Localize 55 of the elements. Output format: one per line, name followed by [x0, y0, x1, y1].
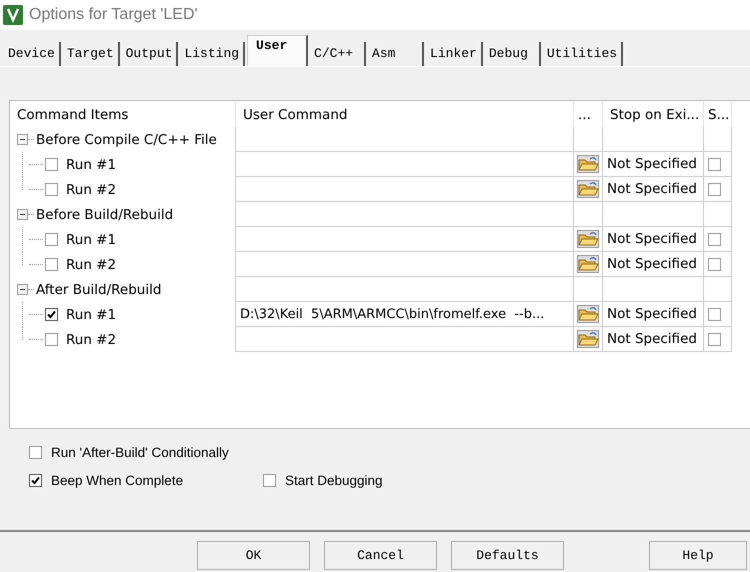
command-field[interactable] — [236, 227, 574, 252]
checkbox-label[interactable]: Run 'After-Build' Conditionally — [51, 445, 229, 460]
checkbox[interactable] — [263, 474, 276, 487]
checkbox[interactable] — [45, 233, 58, 246]
stop-on-exit-value[interactable]: Not Specified — [603, 302, 704, 327]
dialog-button[interactable]: Help — [649, 541, 747, 570]
folder-icon[interactable] — [577, 255, 599, 273]
checkbox[interactable] — [29, 474, 42, 487]
tree-item[interactable]: Run #2 — [66, 332, 116, 348]
folder-icon[interactable] — [577, 155, 599, 173]
app-icon — [3, 5, 23, 25]
checkbox-label[interactable]: Start Debugging — [285, 473, 383, 488]
checkbox[interactable] — [708, 258, 721, 270]
checkbox[interactable] — [708, 182, 721, 196]
checkbox[interactable] — [45, 158, 58, 171]
tree-item[interactable]: After Build/Rebuild — [36, 282, 162, 298]
dialog-button[interactable]: OK — [197, 541, 310, 570]
command-field[interactable] — [236, 152, 574, 177]
folder-icon[interactable] — [577, 330, 599, 348]
command-field[interactable] — [236, 252, 574, 277]
collapse-icon[interactable] — [17, 209, 28, 220]
folder-icon[interactable] — [577, 230, 599, 248]
tree-item[interactable]: Run #2 — [66, 256, 116, 272]
checkbox-label[interactable]: Beep When Complete — [51, 473, 184, 488]
tree-item[interactable]: Run #2 — [66, 182, 116, 198]
tab[interactable]: User — [247, 35, 308, 66]
checkbox[interactable] — [45, 333, 58, 346]
checkbox[interactable] — [708, 332, 721, 346]
checkbox[interactable] — [708, 232, 721, 246]
tree-item[interactable]: Run #1 — [66, 232, 116, 248]
collapse-icon[interactable] — [17, 134, 28, 145]
folder-icon[interactable] — [577, 305, 599, 323]
collapse-icon[interactable] — [17, 284, 28, 295]
stop-on-exit-value[interactable]: Not Specified — [603, 327, 704, 352]
checkbox[interactable] — [45, 258, 58, 271]
checkbox[interactable] — [708, 158, 721, 170]
tree-item[interactable]: Run #1 — [66, 306, 116, 322]
dialog-button[interactable]: Defaults — [451, 541, 564, 570]
tree-item[interactable]: Before Compile C/C++ File — [36, 132, 217, 148]
stop-on-exit-value[interactable]: Not Specified — [603, 252, 704, 277]
checkbox[interactable] — [29, 446, 42, 459]
command-field[interactable]: D:\32\Keil 5\ARM\ARMCC\bin\fromelf.exe --b... — [236, 302, 574, 327]
tree-item[interactable]: Run #1 — [66, 156, 116, 172]
checkbox[interactable] — [708, 308, 721, 320]
command-field[interactable] — [236, 327, 574, 352]
checkbox[interactable] — [45, 308, 58, 321]
stop-on-exit-value[interactable]: Not Specified — [603, 227, 704, 252]
command-field[interactable] — [236, 177, 574, 202]
dialog-button[interactable]: Cancel — [324, 541, 437, 570]
stop-on-exit-value[interactable]: Not Specified — [603, 152, 704, 177]
window-title: Options for Target 'LED' — [29, 6, 198, 24]
stop-on-exit-value[interactable]: Not Specified — [603, 177, 704, 202]
folder-icon[interactable] — [577, 180, 599, 198]
checkbox[interactable] — [45, 183, 58, 196]
tree-item[interactable]: Before Build/Rebuild — [36, 206, 174, 222]
